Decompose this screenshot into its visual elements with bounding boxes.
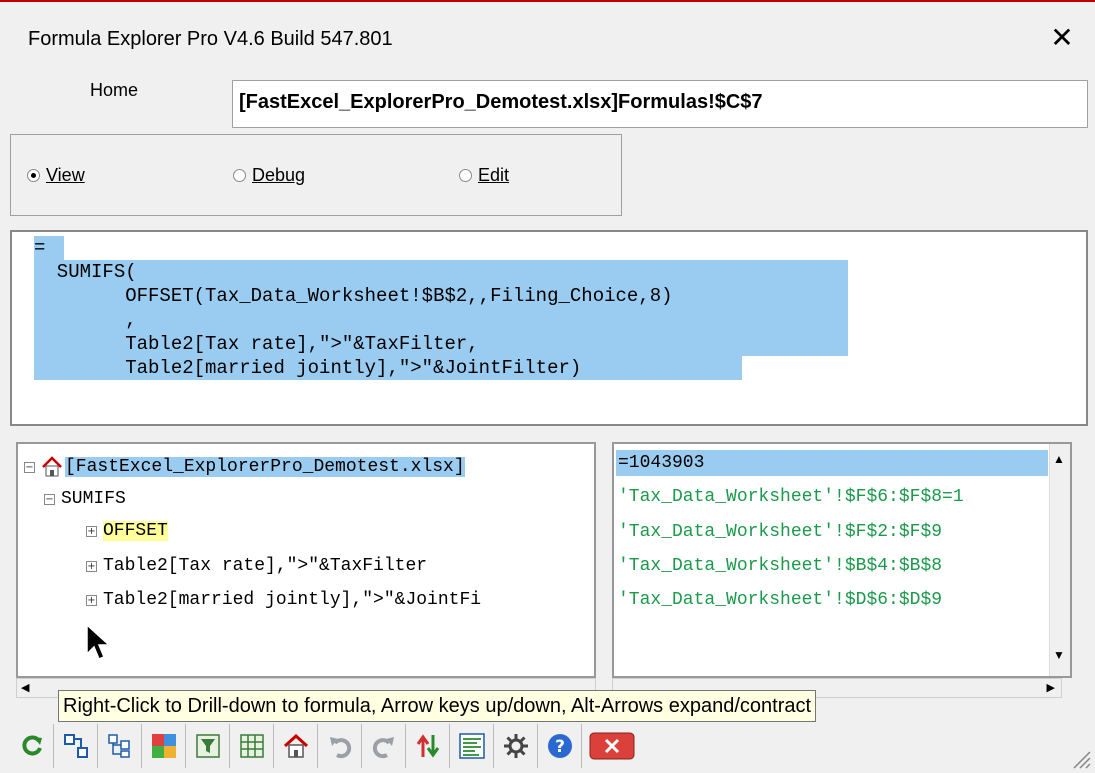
svg-text:?: ? [555, 737, 565, 757]
close-window-icon [589, 732, 635, 760]
home-icon [42, 456, 62, 477]
tree-node-married[interactable]: + Table2[married jointly],">"&JointFi [86, 587, 481, 613]
tree-node-label: Table2[married jointly],">"&JointFi [103, 590, 482, 610]
result-row[interactable]: 'Tax_Data_Worksheet'!$B$4:$B$8 [618, 553, 942, 579]
formula-line: Table2[married jointly],">"&JointFilter) [34, 356, 742, 380]
radio-view-label: View [46, 165, 85, 185]
radio-debug-dot [233, 169, 246, 182]
formula-line: SUMIFS( [34, 260, 848, 284]
help-button[interactable]: ? [538, 724, 582, 768]
tree-node-sumifs[interactable]: − SUMIFS [44, 486, 126, 512]
undo-icon [329, 737, 351, 759]
formula-line: = [34, 236, 64, 260]
formula-line: OFFSET(Tax_Data_Worksheet!$B$2,,Filing_C… [34, 284, 848, 308]
undo-button[interactable] [318, 724, 362, 768]
grid-icon [239, 734, 264, 758]
color-button[interactable] [142, 724, 186, 768]
settings-button[interactable] [494, 724, 538, 768]
expand-icon[interactable]: + [86, 594, 97, 606]
color-icon [151, 734, 176, 758]
close-icon[interactable]: ✕ [1047, 22, 1077, 53]
tree-node-label: Table2[Tax rate],">"&TaxFilter [103, 556, 428, 576]
result-row[interactable]: 'Tax_Data_Worksheet'!$F$6:$F$8=1 [618, 484, 964, 510]
resize-grip-icon[interactable] [1069, 747, 1091, 769]
mouse-cursor-icon [86, 624, 111, 660]
expand-icon[interactable]: + [86, 525, 97, 537]
home-label: Home [90, 80, 139, 100]
formula-line: Table2[Tax rate],">"&TaxFilter, [34, 332, 848, 356]
mode-selector: View Debug Edit [10, 134, 622, 216]
formula-panel[interactable]: = SUMIFS( OFFSET(Tax_Data_Worksheet!$B$2… [10, 230, 1088, 426]
radio-edit-dot [459, 169, 472, 182]
formula-line: , [34, 308, 848, 332]
window-top-border [0, 0, 1095, 2]
tree-node-taxrate[interactable]: + Table2[Tax rate],">"&TaxFilter [86, 553, 427, 579]
toolbar: ? [10, 724, 642, 768]
results-vertical-scrollbar[interactable]: ▲ ▼ [1049, 444, 1070, 676]
home-address-field[interactable]: [FastExcel_ExplorerPro_Demotest.xlsx]For… [232, 80, 1088, 128]
redo-button[interactable] [362, 724, 406, 768]
scroll-down-icon[interactable]: ▼ [1053, 648, 1065, 662]
help-icon: ? [547, 734, 572, 758]
drilldown-button[interactable] [54, 724, 98, 768]
settings-icon [503, 734, 528, 758]
close-window-button[interactable] [582, 724, 642, 768]
grid-button[interactable] [230, 724, 274, 768]
tree-node-label: SUMIFS [61, 489, 126, 509]
radio-edit-label: Edit [478, 165, 510, 185]
formula-text: = SUMIFS( OFFSET(Tax_Data_Worksheet!$B$2… [34, 236, 848, 380]
expand-icon[interactable]: + [86, 560, 97, 572]
home-button[interactable] [274, 724, 318, 768]
list-icon [458, 733, 485, 759]
filter-icon [195, 734, 220, 758]
home-icon [283, 733, 308, 758]
tree-root-label: [FastExcel_ExplorerPro_Demotest.xlsx] [65, 457, 465, 477]
filter-button[interactable] [186, 724, 230, 768]
expand-icon [107, 734, 130, 758]
expand-all-button[interactable] [98, 724, 142, 768]
result-row[interactable]: 'Tax_Data_Worksheet'!$D$6:$D$9 [618, 587, 942, 613]
scroll-right-icon[interactable]: ▶ [1047, 681, 1055, 694]
result-row[interactable]: 'Tax_Data_Worksheet'!$F$2:$F$9 [618, 519, 942, 545]
radio-debug-label: Debug [252, 165, 306, 185]
radio-debug[interactable]: Debug [233, 165, 305, 186]
radio-edit[interactable]: Edit [459, 165, 509, 186]
radio-view[interactable]: View [27, 165, 85, 186]
refresh-icon [21, 735, 42, 756]
window-title: Formula Explorer Pro V4.6 Build 547.801 [28, 28, 393, 50]
sort-icon [416, 734, 439, 758]
tooltip: Right-Click to Drill-down to formula, Ar… [58, 690, 817, 722]
result-row[interactable]: =1043903 [616, 450, 1048, 476]
tree-node-label: OFFSET [103, 521, 168, 541]
redo-icon [372, 737, 394, 759]
collapse-icon[interactable]: − [24, 461, 35, 473]
tree-node-offset[interactable]: + OFFSET [86, 518, 168, 544]
sort-button[interactable] [406, 724, 450, 768]
tree-root-node[interactable]: − [FastExcel_ExplorerPro_Demotest.xlsx] [24, 454, 465, 480]
refresh-button[interactable] [10, 724, 54, 768]
list-button[interactable] [450, 724, 494, 768]
scroll-up-icon[interactable]: ▲ [1053, 452, 1065, 466]
radio-view-dot [27, 169, 40, 182]
collapse-icon[interactable]: − [44, 493, 55, 505]
results-panel[interactable]: =1043903 'Tax_Data_Worksheet'!$F$6:$F$8=… [612, 442, 1072, 678]
drilldown-icon [63, 734, 88, 758]
scroll-left-icon[interactable]: ◀ [21, 681, 29, 694]
